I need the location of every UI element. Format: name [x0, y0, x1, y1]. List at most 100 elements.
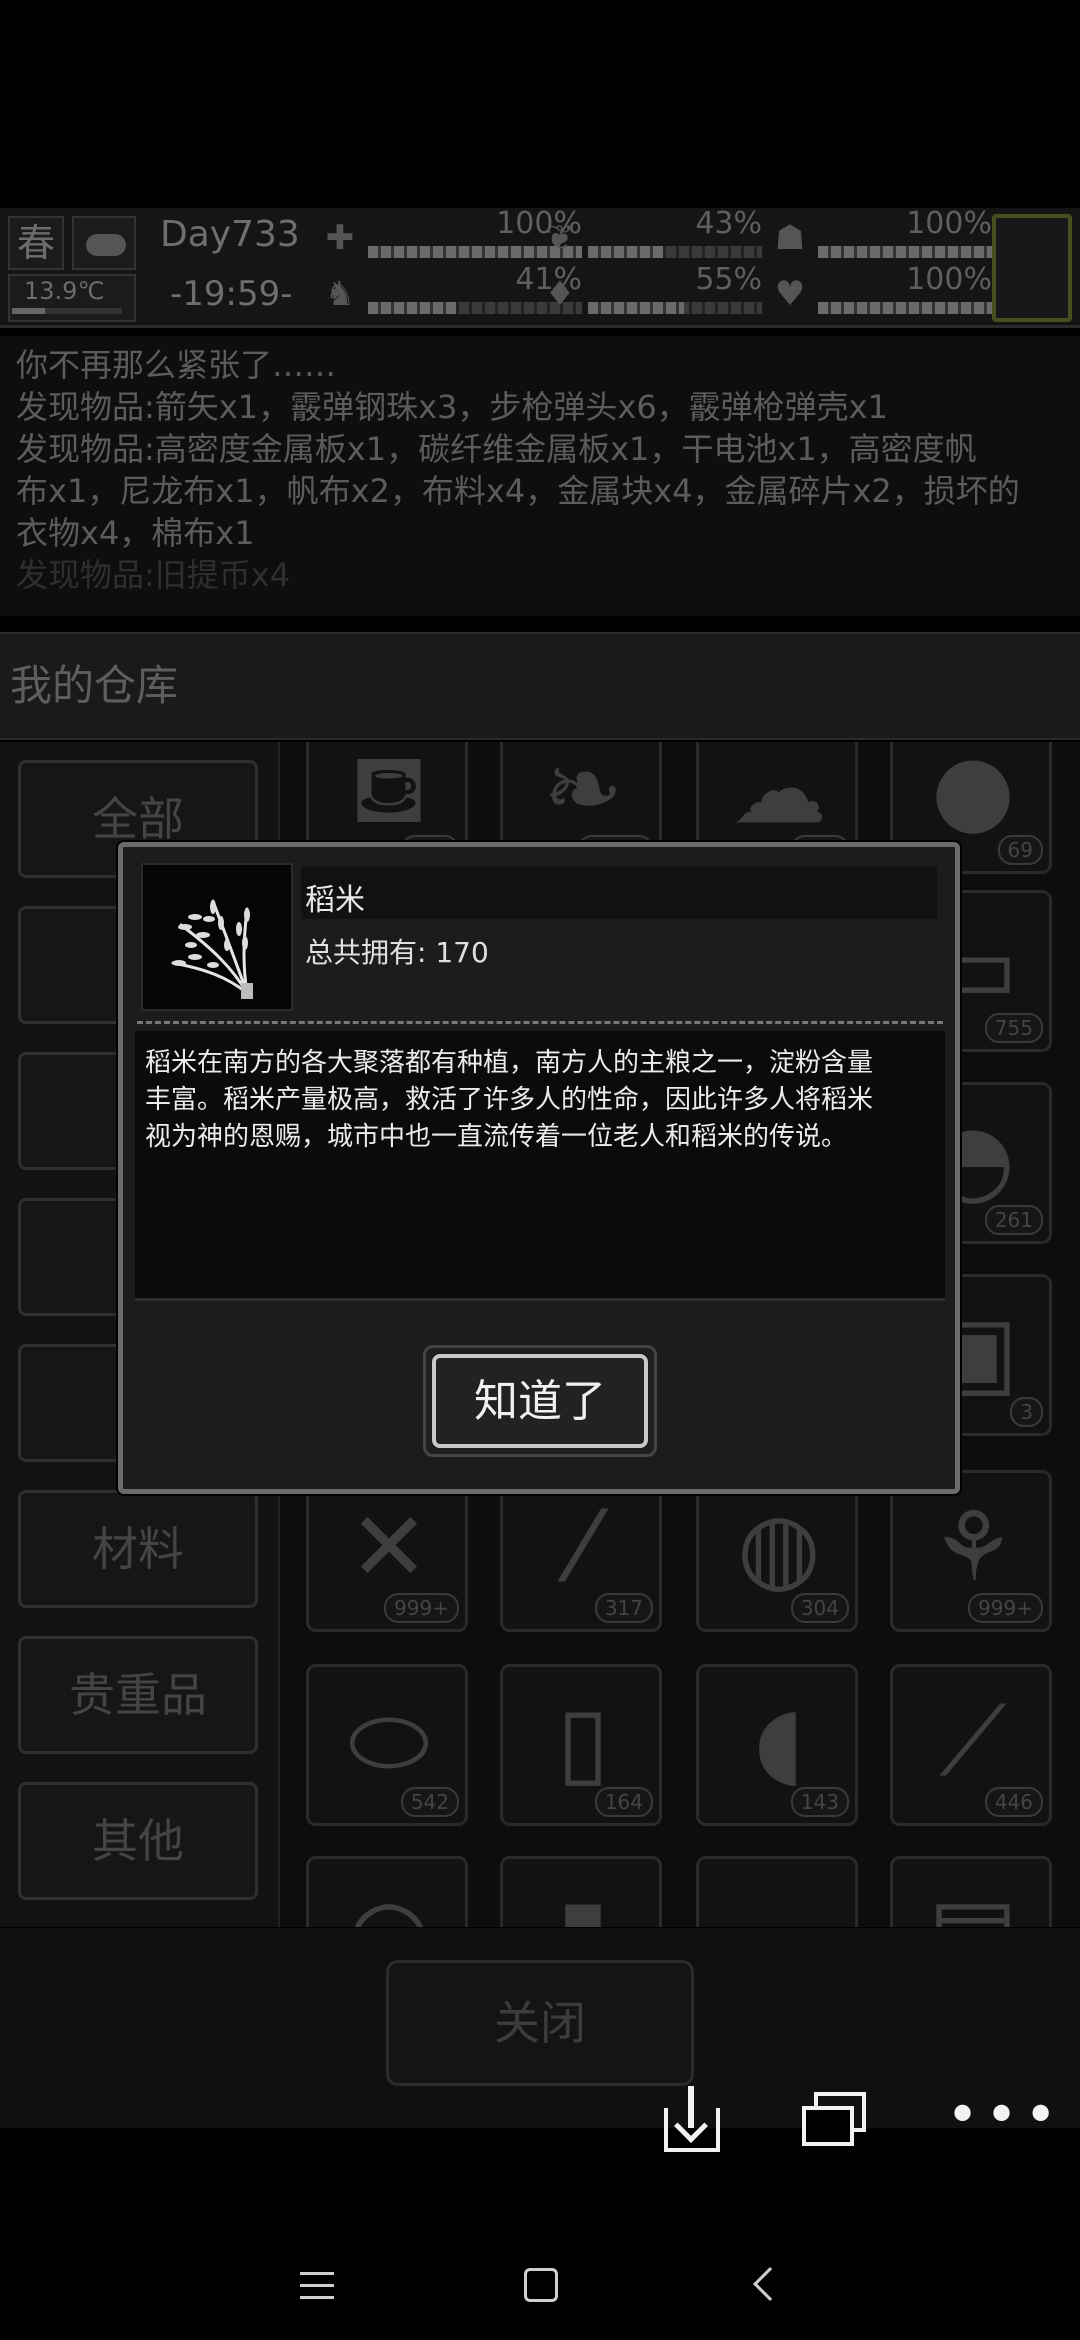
- equipment-slot[interactable]: [992, 214, 1072, 322]
- bucket-icon: ⛾: [349, 742, 429, 845]
- plate-icon: ◠: [329, 1873, 449, 1927]
- cloud-icon: [72, 216, 136, 270]
- skewer-icon: ⁄: [574, 1491, 592, 1603]
- item-count: 3: [1010, 1397, 1043, 1427]
- fatigue-stat: ☗ 100%: [770, 206, 1000, 264]
- item-count: 261: [984, 1205, 1043, 1235]
- wheat-icon: ⚘: [929, 1491, 1017, 1603]
- item-slot[interactable]: ▯ 164: [500, 1664, 662, 1826]
- stat-bar: [588, 246, 663, 258]
- item-name: 稻米: [305, 883, 365, 918]
- system-nav-bar: [0, 2236, 1080, 2340]
- item-count: 164: [594, 1787, 653, 1817]
- stomach-icon: ❦: [545, 218, 575, 258]
- hunger-stat: ❦ 43%: [540, 206, 770, 264]
- stat-bar: [368, 302, 456, 314]
- description-line: 视为神的恩赐，城市中也一直流传着一位老人和稻米的传说。: [145, 1122, 848, 1152]
- heart-icon: ♥: [774, 274, 806, 314]
- bottle-icon: ▯: [556, 1685, 610, 1797]
- stat-percent: 43%: [695, 206, 762, 241]
- stew-icon: ◍: [737, 1491, 821, 1603]
- thirst-stat: ♦ 55%: [540, 262, 770, 320]
- menu-icon[interactable]: [300, 2272, 334, 2300]
- more-icon[interactable]: •••: [946, 2086, 1057, 2156]
- log-line: 布x1，尼龙布x1，帆布x2，布料x4，金属块x4，金属碎片x2，损坏的: [16, 472, 1020, 510]
- dashed-divider: [137, 1021, 943, 1024]
- fatigue-icon: ☗: [774, 218, 806, 258]
- log-line: 发现物品:旧提币x4: [16, 556, 291, 594]
- message-log: 你不再那么紧张了…… 发现物品:箭矢x1，霰弹钢珠x3，步枪弹头x6，霰弹枪弹壳…: [0, 336, 1080, 616]
- drink-icon: ▮: [523, 1873, 643, 1927]
- cup-icon: ◡: [719, 1873, 839, 1927]
- pickle-jar-icon: ▤: [913, 1873, 1033, 1927]
- game-clock: -19:59-: [170, 274, 293, 314]
- item-slot[interactable]: ⁄ 317: [500, 1470, 662, 1632]
- item-count: 304: [790, 1593, 849, 1623]
- item-count: 446: [984, 1787, 1043, 1817]
- description-line: 稻米在南方的各大聚落都有种植，南方人的主粮之一，淀粉含量: [145, 1048, 874, 1078]
- stat-percent: 100%: [906, 206, 992, 241]
- stat-percent: 55%: [695, 262, 762, 297]
- log-line: 你不再那么紧张了……: [16, 346, 337, 384]
- bread-icon: ⟋: [939, 1685, 1007, 1797]
- item-count: 143: [790, 1787, 849, 1817]
- day-counter: Day733: [160, 214, 300, 255]
- category-other[interactable]: 其他: [18, 1782, 258, 1900]
- item-slot[interactable]: ◠: [306, 1856, 468, 1927]
- water-drop-icon: ♦: [544, 274, 576, 314]
- leaf-icon: ❧: [542, 742, 624, 845]
- item-slot[interactable]: ▤: [890, 1856, 1052, 1927]
- back-icon[interactable]: [753, 2267, 787, 2301]
- item-count: 69: [997, 835, 1043, 865]
- rice-icon: [141, 863, 293, 1011]
- item-description-box: 稻米在南方的各大聚落都有种植，南方人的主粮之一，淀粉含量 丰富。稻米产量极高，救…: [135, 1031, 945, 1301]
- download-icon[interactable]: [664, 2086, 720, 2156]
- item-count: 999+: [384, 1593, 459, 1623]
- log-line: 衣物x4，棉布x1: [16, 514, 255, 552]
- status-hud: 春 13.9℃ Day733 -19:59- ✚ 100% ❦ 43% ☗ 10…: [0, 206, 1080, 328]
- stat-bar: [588, 302, 684, 314]
- item-count: 542: [400, 1787, 459, 1817]
- item-count: 755: [984, 1013, 1043, 1043]
- item-slot[interactable]: ◡: [696, 1856, 858, 1927]
- category-valuables[interactable]: 贵重品: [18, 1636, 258, 1754]
- stat-bar: [818, 246, 992, 258]
- description-line: 丰富。稻米产量极高，救活了许多人的性命，因此许多人将稻米: [145, 1085, 874, 1115]
- health-icon: ✚: [325, 218, 355, 258]
- item-count: 999+: [968, 1593, 1043, 1623]
- item-slot[interactable]: ⟋ 446: [890, 1664, 1052, 1826]
- log-line: 发现物品:箭矢x1，霰弹钢珠x3，步枪弹头x6，霰弹枪弹壳x1: [16, 388, 888, 426]
- ok-button-label: 知道了: [432, 1354, 648, 1448]
- food-pile-icon: ☁: [731, 742, 827, 845]
- category-materials[interactable]: 材料: [18, 1490, 258, 1608]
- windows-icon[interactable]: [800, 2086, 870, 2156]
- stat-bar: [818, 302, 992, 314]
- item-count: 317: [594, 1593, 653, 1623]
- item-slot[interactable]: ✕ 999+: [306, 1470, 468, 1632]
- item-slot[interactable]: ◖ 143: [696, 1664, 858, 1826]
- leg-icon: ♞: [324, 274, 356, 314]
- season-indicator: 春: [8, 216, 64, 270]
- seeds-icon: ◖: [753, 1685, 805, 1797]
- mood-stat: ♥ 100%: [770, 262, 1000, 320]
- item-slot[interactable]: ◍ 304: [696, 1470, 858, 1632]
- item-owned-count: 总共拥有: 170: [305, 936, 489, 969]
- item-detail-dialog: 稻米 总共拥有: 170 稻米在南方的各大聚落都有种植，南方人的主粮之一，淀粉含…: [118, 842, 960, 1494]
- warehouse-title: 我的仓库: [0, 632, 1080, 740]
- item-slot[interactable]: ⬭ 542: [306, 1664, 468, 1826]
- home-icon[interactable]: [524, 2268, 558, 2302]
- close-button[interactable]: 关闭: [386, 1960, 694, 2086]
- fruit-icon: ●: [931, 742, 1015, 845]
- carrot-icon: ✕: [348, 1491, 430, 1603]
- log-line: 发现物品:高密度金属板x1，碳纤维金属板x1，干电池x1，高密度帆: [16, 430, 977, 468]
- item-slot[interactable]: ▮: [500, 1856, 662, 1927]
- stat-percent: 100%: [906, 262, 992, 297]
- warehouse-footer: 关闭: [0, 1928, 1080, 2128]
- item-name-bar: [301, 867, 937, 919]
- beans-icon: ⬭: [348, 1685, 430, 1797]
- temperature-bar: [12, 308, 122, 314]
- ok-button[interactable]: 知道了: [423, 1345, 657, 1457]
- temperature-indicator: 13.9℃: [8, 274, 136, 322]
- temperature-value: 13.9℃: [24, 277, 105, 305]
- item-slot[interactable]: ⚘ 999+: [890, 1470, 1052, 1632]
